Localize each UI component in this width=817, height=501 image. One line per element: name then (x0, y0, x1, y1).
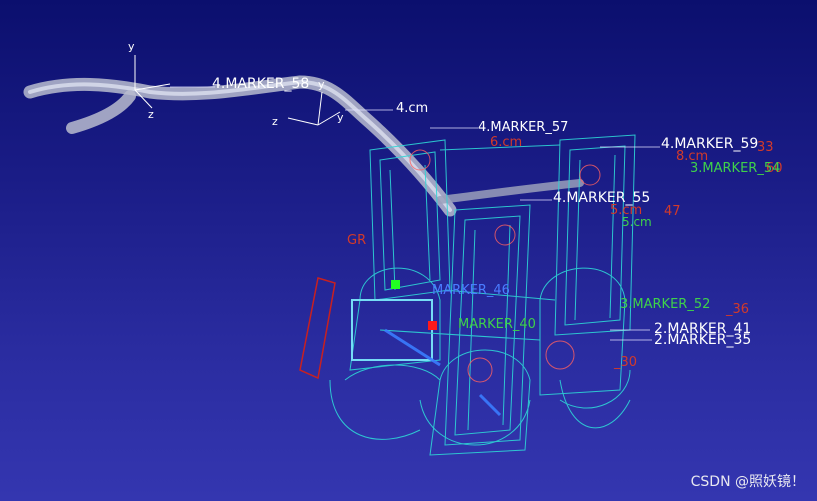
red-label: _30 (613, 355, 637, 370)
green-marker[interactable] (391, 280, 400, 289)
blue-label: MARKER_40 (458, 317, 536, 332)
red-label: 6.cm (490, 135, 522, 150)
force-arrow (299, 277, 336, 380)
red-label: _36 (725, 302, 749, 317)
blue-label: MARKER_46 (432, 283, 510, 298)
marker-label: 4.MARKER_57 (478, 120, 568, 135)
leader-lines (170, 86, 660, 341)
marker-label: 4.cm (396, 101, 428, 116)
axis-label: y (128, 40, 135, 53)
3d-viewport[interactable]: y z y z y 4.MARKER_58 4.cm 4.MARKER_57 4… (0, 0, 817, 501)
axis-label: y (337, 111, 344, 124)
marker-label: 4.MARKER_58 (212, 76, 309, 92)
green-label: 3.MARKER_52 (620, 297, 710, 312)
green-label: 3.MARKER_54 (690, 161, 780, 176)
axis-triad-1 (134, 55, 171, 109)
axis-label: y (318, 78, 325, 91)
axis-label: z (272, 115, 278, 128)
watermark: CSDN @照妖镜！ (690, 474, 805, 490)
red-label: 47 (664, 204, 681, 219)
green-label: GR (347, 233, 366, 248)
red-marker[interactable] (428, 321, 437, 330)
green-label: 5.cm (622, 215, 652, 229)
marker-label: 2.MARKER_35 (654, 332, 751, 348)
axis-label: z (148, 108, 154, 121)
red-label: 33 (757, 140, 774, 155)
